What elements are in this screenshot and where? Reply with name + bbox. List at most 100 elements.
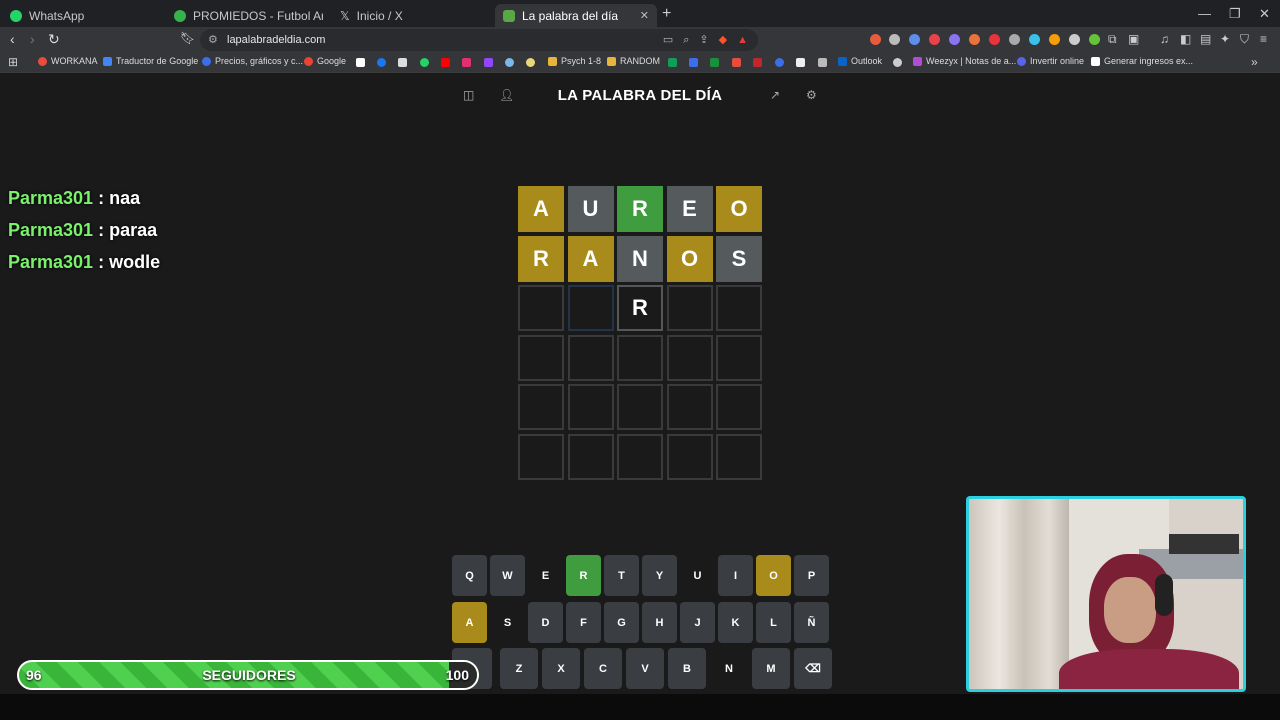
keyboard-key[interactable]: A <box>452 602 487 643</box>
sidebar-icon[interactable]: ◧ <box>1180 32 1191 46</box>
keyboard-key[interactable]: C <box>584 648 622 689</box>
tab-palabra-del-dia[interactable]: La palabra del día ✕ <box>495 4 657 27</box>
forward-icon[interactable]: › <box>30 31 35 47</box>
keyboard-key[interactable]: V <box>626 648 664 689</box>
keyboard-key[interactable]: Y <box>642 555 677 596</box>
tab-whatsapp[interactable]: WhatsApp <box>2 4 172 27</box>
minimize-icon[interactable]: — <box>1198 6 1211 21</box>
more-bookmarks-icon[interactable]: » <box>1251 55 1258 69</box>
bookmark-outlook[interactable]: Outlook <box>838 56 882 66</box>
keyboard-key[interactable]: H <box>642 602 677 643</box>
keyboard-key[interactable]: X <box>542 648 580 689</box>
whatsapp-icon[interactable] <box>420 58 429 67</box>
keyboard-key[interactable]: L <box>756 602 791 643</box>
cast-icon[interactable]: ▭ <box>663 29 673 51</box>
extension-icon[interactable] <box>1029 34 1040 45</box>
bookmark-precios[interactable]: Precios, gráficos y c... <box>202 56 303 66</box>
bookmark-folder-random[interactable]: RANDOM <box>607 56 660 66</box>
keyboard-key[interactable]: E <box>528 555 563 596</box>
extension-icon[interactable] <box>929 34 940 45</box>
keyboard-key[interactable]: O <box>756 555 791 596</box>
zoom-icon[interactable]: ⌕ <box>683 29 689 51</box>
keyboard-key[interactable]: Ñ <box>794 602 829 643</box>
restore-icon[interactable]: ❐ <box>1229 6 1241 22</box>
tab-promiedos[interactable]: PROMIEDOS - Futbol Argentino - Fi <box>166 4 332 27</box>
keyboard-key[interactable]: P <box>794 555 829 596</box>
bookmark-generar[interactable]: Generar ingresos ex... <box>1091 56 1193 66</box>
wallet-icon[interactable]: ▤ <box>1200 32 1211 46</box>
extension-icon[interactable] <box>909 34 920 45</box>
keyboard-key[interactable]: W <box>490 555 525 596</box>
site-icon[interactable] <box>526 58 535 67</box>
site-icon[interactable] <box>689 58 698 67</box>
extension-icon[interactable] <box>1049 34 1060 45</box>
keyboard-key[interactable]: U <box>680 555 715 596</box>
bookmark-workana[interactable]: WORKANA <box>38 56 98 66</box>
back-icon[interactable]: ‹ <box>10 31 15 47</box>
extension-icon[interactable] <box>1009 34 1020 45</box>
menu-icon[interactable]: ≡ <box>1260 32 1267 46</box>
extensions-icon[interactable]: ⧉ <box>1108 32 1117 47</box>
tiktok-icon[interactable] <box>356 58 365 67</box>
instagram-icon[interactable] <box>462 58 471 67</box>
keyboard-key[interactable]: D <box>528 602 563 643</box>
facebook-icon[interactable] <box>377 58 386 67</box>
tab-x[interactable]: 𝕏 Inicio / X <box>332 4 498 27</box>
backspace-key[interactable]: ⌫ <box>794 648 832 689</box>
keyboard-key[interactable]: S <box>490 602 525 643</box>
bookmark-icon[interactable]: 🔖︎ <box>180 31 195 45</box>
bookmark-translate[interactable]: Traductor de Google <box>103 56 198 66</box>
keyboard-key[interactable]: R <box>566 555 601 596</box>
site-icon[interactable] <box>893 58 902 67</box>
new-tab-button[interactable]: + <box>662 5 671 23</box>
brave-shield-icon[interactable]: ◆ <box>719 29 727 51</box>
keyboard-key[interactable]: M <box>752 648 790 689</box>
site-icon[interactable] <box>775 58 784 67</box>
screenshot-icon[interactable]: ▣ <box>1128 32 1139 46</box>
reload-icon[interactable]: ↻ <box>48 31 60 48</box>
youtube-icon[interactable] <box>441 58 450 67</box>
site-icon[interactable] <box>505 58 514 67</box>
site-icon[interactable] <box>753 58 762 67</box>
extension-icon[interactable] <box>1089 34 1100 45</box>
keyboard-key[interactable]: J <box>680 602 715 643</box>
extension-icon[interactable] <box>949 34 960 45</box>
keyboard-key[interactable]: N <box>710 648 748 689</box>
bookmark-invertir[interactable]: Invertir online <box>1017 56 1084 66</box>
site-icon[interactable] <box>732 58 741 67</box>
site-settings-icon[interactable]: ⚙︎ <box>208 29 218 51</box>
brave-rewards-icon[interactable]: ▲ <box>737 29 748 51</box>
extension-icon[interactable] <box>870 34 881 45</box>
site-icon[interactable] <box>818 58 827 67</box>
bookmark-folder-psych[interactable]: Psych 1-8 <box>548 56 601 66</box>
stats-icon[interactable]: ↗ <box>770 88 780 102</box>
keyboard-key[interactable]: K <box>718 602 753 643</box>
twitch-icon[interactable] <box>484 58 493 67</box>
keyboard-key[interactable]: Z <box>500 648 538 689</box>
keyboard-key[interactable]: Q <box>452 555 487 596</box>
vpn-icon[interactable]: ⛉ <box>1240 32 1249 47</box>
settings-icon[interactable]: ⚙︎ <box>806 88 817 102</box>
extension-icon[interactable] <box>969 34 980 45</box>
site-icon[interactable] <box>796 58 805 67</box>
address-bar[interactable]: ⚙︎ lapalabradeldia.com ▭ ⌕ ⇪ ◆ ▲ <box>200 29 758 51</box>
keyboard-key[interactable]: I <box>718 555 753 596</box>
apps-grid-icon[interactable]: ⊞ <box>8 55 18 69</box>
media-icon[interactable]: ♫ <box>1160 32 1169 46</box>
share-icon[interactable]: ⇪ <box>699 29 708 51</box>
x-icon[interactable] <box>398 58 407 67</box>
site-icon[interactable] <box>710 58 719 67</box>
keyboard-key[interactable]: F <box>566 602 601 643</box>
extension-icon[interactable] <box>989 34 1000 45</box>
sheets-icon[interactable] <box>668 58 677 67</box>
bookmark-google[interactable]: Google <box>304 56 346 66</box>
keyboard-key[interactable]: G <box>604 602 639 643</box>
extension-icon[interactable] <box>1069 34 1080 45</box>
keyboard-key[interactable]: B <box>668 648 706 689</box>
bookmark-weezyx[interactable]: Weezyx | Notas de a... <box>913 56 1016 66</box>
keyboard-key[interactable]: T <box>604 555 639 596</box>
extension-icon[interactable] <box>889 34 900 45</box>
close-tab-icon[interactable]: ✕ <box>640 9 649 22</box>
close-window-icon[interactable]: ✕ <box>1259 6 1270 22</box>
leo-ai-icon[interactable]: ✦ <box>1220 32 1230 46</box>
